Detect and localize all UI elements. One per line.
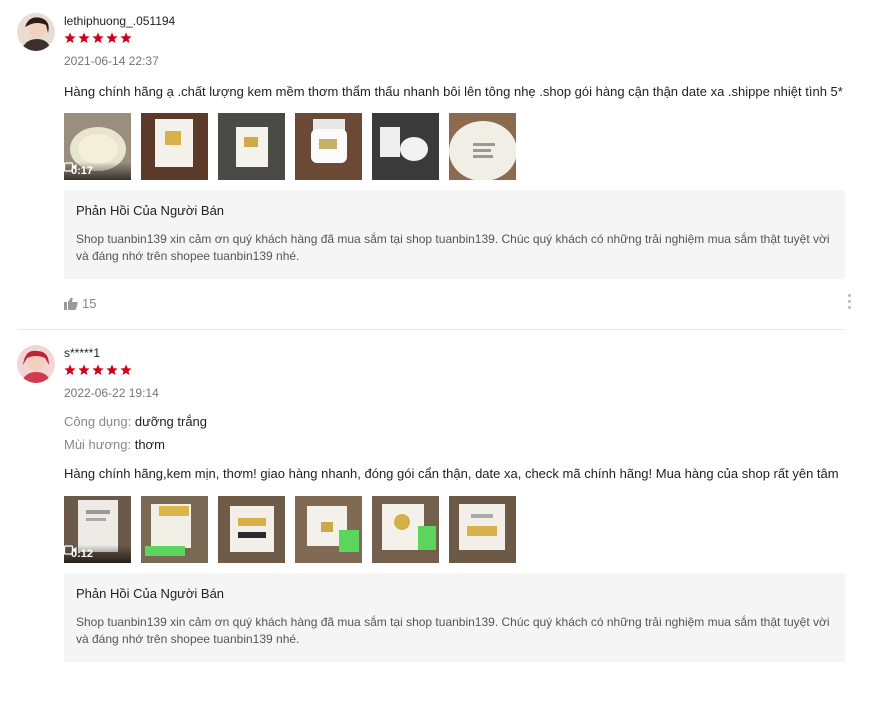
thumbs-up-icon: [64, 297, 78, 310]
more-options-icon[interactable]: [848, 294, 852, 309]
review-item: lethiphuong_.051194 2021-06-14 22:37 Hàn…: [0, 0, 870, 329]
seller-reply-title: Phản Hồi Của Người Bán: [76, 203, 225, 218]
like-button[interactable]: 15: [64, 296, 96, 311]
star-icon: [78, 364, 90, 375]
review-image-thumbnail[interactable]: [295, 113, 362, 180]
review-text: Hàng chính hãng,kem mịn, thơm! giao hàng…: [64, 466, 839, 481]
rating-stars: [64, 364, 870, 380]
avatar[interactable]: [17, 345, 55, 383]
seller-reply-text: Shop tuanbin139 xin cảm ơn quý khách hàn…: [76, 232, 830, 263]
attribute-key: Công dụng:: [64, 414, 132, 429]
review-footer: 15: [64, 279, 870, 329]
review-image-thumbnail[interactable]: [295, 496, 362, 563]
review-date: 2022-06-22 19:14: [64, 386, 159, 400]
review-media: 0:12: [64, 496, 870, 563]
review-image-thumbnail[interactable]: [141, 496, 208, 563]
review-video-thumbnail[interactable]: 0:12: [64, 496, 131, 563]
video-overlay: 0:12: [64, 545, 131, 563]
seller-reply: Phản Hồi Của Người Bán Shop tuanbin139 x…: [64, 190, 845, 279]
review-attribute: Công dụng: dưỡng trắng: [64, 414, 870, 429]
seller-reply: Phản Hồi Của Người Bán Shop tuanbin139 x…: [64, 573, 845, 662]
review-username[interactable]: s*****1: [64, 344, 870, 360]
review-image-thumbnail[interactable]: [141, 113, 208, 180]
review-image-thumbnail[interactable]: [449, 113, 516, 180]
rating-stars: [64, 32, 870, 48]
star-icon: [120, 32, 132, 43]
attribute-value: dưỡng trắng: [134, 414, 208, 429]
star-icon: [120, 364, 132, 375]
star-icon: [64, 364, 76, 375]
review-item: s*****1 2022-06-22 19:14 Công dụng: dưỡn…: [0, 330, 870, 662]
review-video-thumbnail[interactable]: 0:17: [64, 113, 131, 180]
video-camera-icon: [64, 545, 77, 555]
seller-reply-text: Shop tuanbin139 xin cảm ơn quý khách hàn…: [76, 615, 830, 646]
review-attribute: Mùi hương: thơm: [64, 437, 870, 452]
video-overlay: 0:17: [64, 162, 131, 180]
seller-reply-title: Phản Hồi Của Người Bán: [76, 586, 225, 601]
star-icon: [106, 364, 118, 375]
review-image-thumbnail[interactable]: [372, 113, 439, 180]
video-camera-icon: [64, 162, 77, 172]
review-text: Hàng chính hãng ạ .chất lượng kem mềm th…: [64, 84, 843, 99]
attribute-value: thơm: [134, 437, 165, 452]
star-icon: [92, 32, 104, 43]
review-image-thumbnail[interactable]: [372, 496, 439, 563]
like-count: 15: [82, 296, 97, 311]
avatar[interactable]: [17, 13, 55, 51]
review-username[interactable]: lethiphuong_.051194: [64, 12, 870, 28]
star-icon: [92, 364, 104, 375]
review-date: 2021-06-14 22:37: [64, 54, 159, 68]
review-image-thumbnail[interactable]: [218, 113, 285, 180]
star-icon: [78, 32, 90, 43]
attribute-key: Mùi hương:: [64, 437, 132, 452]
review-image-thumbnail[interactable]: [449, 496, 516, 563]
review-image-thumbnail[interactable]: [218, 496, 285, 563]
star-icon: [64, 32, 76, 43]
review-media: 0:17: [64, 113, 870, 180]
star-icon: [106, 32, 118, 43]
